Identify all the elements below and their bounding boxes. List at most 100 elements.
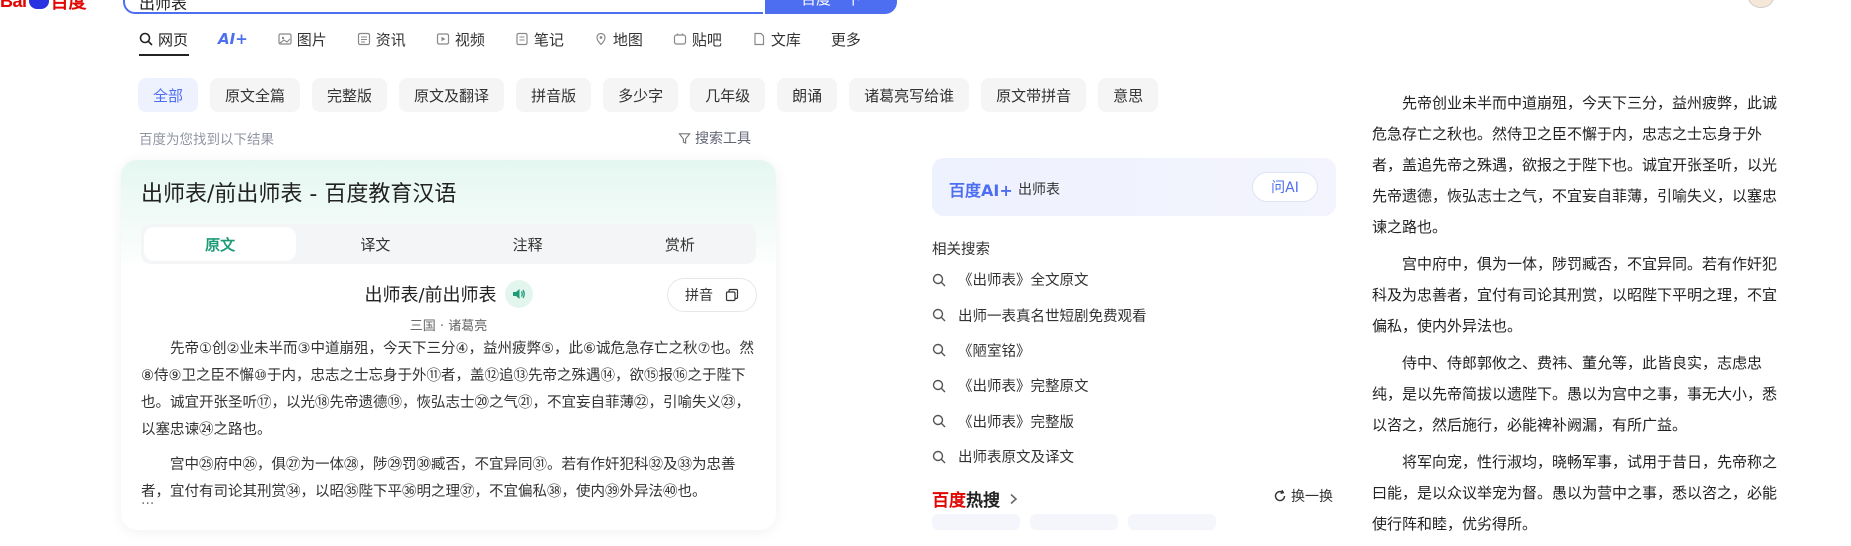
full-text-paragraph: 宫中府中，俱为一体，陟罚臧否，不宜异同。若有作奸犯科及为忠善者，宜付有司论其刑赏… (1372, 255, 1778, 335)
search-tools-button[interactable]: 搜索工具 (678, 128, 751, 148)
hot-title-label: 热搜 (966, 491, 1000, 511)
tab-label: 图片 (296, 30, 327, 49)
chip[interactable]: 原文带拼音 (981, 78, 1087, 112)
ai-query: 出师表 (1018, 182, 1060, 198)
full-text-panel: 先帝创业未半而中道崩殂，今天下三分，益州疲弊，此诚危急存亡之秋也。然侍卫之臣不懈… (1372, 88, 1784, 546)
chip[interactable]: 意思 (1098, 78, 1159, 112)
tab-label: AI+ (218, 30, 248, 48)
chip[interactable]: 多少字 (603, 78, 679, 112)
tab-label: 网页 (158, 30, 189, 49)
search-icon (932, 415, 946, 428)
speaker-icon[interactable] (504, 280, 533, 308)
related-item[interactable]: 《出师表》完整原文 (932, 368, 1147, 403)
related-item[interactable]: 出师表原文及译文 (932, 439, 1147, 474)
search-icon (932, 450, 946, 464)
tab-images[interactable]: 图片 (278, 28, 327, 50)
result-count-text: 百度为您找到以下结果 (139, 132, 274, 148)
hot-title-brand: 百度 (932, 491, 966, 511)
logo-text-latin: Bai (0, 0, 27, 11)
related-title: 相关搜索 (932, 242, 990, 258)
tab-ai[interactable]: AI+ (218, 28, 248, 50)
hot-item-placeholder[interactable] (1030, 514, 1118, 530)
tieba-icon (673, 33, 686, 45)
tab-label: 笔记 (533, 30, 564, 49)
result-title[interactable]: 出师表/前出师表 - 百度教育汉语 (141, 176, 456, 208)
tab-original[interactable]: 原文 (144, 227, 297, 261)
ai-brand: 百度AI+ (949, 181, 1013, 200)
related-label: 出师一表真名世短剧免费观看 (958, 308, 1147, 325)
tab-label: 文库 (770, 30, 801, 49)
nav-tabs: 网页 AI+ 图片 资讯 视频 笔记 地图 贴吧 文库 更多 (139, 28, 891, 50)
tab-map[interactable]: 地图 (594, 28, 643, 50)
active-tab-underline (139, 54, 189, 56)
hot-search-title[interactable]: 百度热搜 (932, 486, 1018, 511)
chevron-right-icon (1010, 493, 1018, 504)
chip[interactable]: 诸葛亮写给谁 (849, 78, 970, 112)
related-label: 《出师表》完整原文 (958, 379, 1089, 396)
ai-assistant-box[interactable]: 百度AI+ 出师表 问AI (932, 158, 1336, 216)
chip[interactable]: 原文全篇 (210, 78, 301, 112)
related-label: 《出师表》完整版 (958, 414, 1074, 431)
search-icon (932, 273, 946, 287)
hot-item-placeholder[interactable] (1128, 514, 1216, 530)
search-icon (139, 32, 153, 46)
document-icon (754, 32, 764, 46)
poem-paragraph: 宫中㉕府中㉖，俱㉗为一体㉘，陟㉙罚㉚臧否，不宜异同㉛。若有作奸犯科㉜及㉝为忠善者… (141, 457, 736, 500)
search-icon (932, 344, 946, 357)
refresh-button[interactable]: 换一换 (1273, 486, 1333, 506)
tab-notes[interactable]: 笔记 (515, 28, 564, 50)
tab-label: 资讯 (375, 30, 406, 49)
filter-chips: 全部 原文全篇 完整版 原文及翻译 拼音版 多少字 几年级 朗诵 诸葛亮写给谁 … (138, 78, 1159, 112)
chip[interactable]: 朗诵 (777, 78, 838, 112)
refresh-icon (1274, 489, 1286, 502)
tab-tieba[interactable]: 贴吧 (673, 28, 722, 50)
map-icon (596, 32, 606, 46)
chip[interactable]: 拼音版 (516, 78, 592, 112)
search-button[interactable]: 百度一下 (765, 0, 897, 14)
search-tools-label: 搜索工具 (695, 131, 751, 147)
tab-label: 地图 (612, 30, 643, 49)
related-label: 《出师表》全文原文 (958, 273, 1089, 290)
tab-wenku[interactable]: 文库 (752, 28, 801, 50)
full-text-paragraph: 侍中、侍郎郭攸之、费祎、董允等，此皆良实，志虑忠纯，是以先帝简拔以遗陛下。愚以为… (1372, 354, 1778, 434)
more-ellipsis[interactable]: ... (141, 492, 154, 508)
related-label: 出师表原文及译文 (958, 450, 1074, 467)
tab-news[interactable]: 资讯 (357, 28, 406, 50)
ask-ai-button[interactable]: 问AI (1252, 172, 1318, 202)
tab-notes-annot[interactable]: 注释 (452, 224, 604, 264)
chip[interactable]: 原文及翻译 (399, 78, 505, 112)
news-icon (357, 32, 370, 46)
search-query: 出师表 (139, 0, 188, 13)
related-item[interactable]: 《陋室铭》 (932, 333, 1147, 368)
poem-text: 先帝①创②业未半而③中道崩殂，今天下三分④，益州疲弊⑤，此⑥诚危急存亡之秋⑦也。… (141, 336, 756, 514)
logo-text-cn: 百度 (50, 0, 87, 13)
chip[interactable]: 几年级 (690, 78, 766, 112)
related-list: 《出师表》全文原文 出师一表真名世短剧免费观看 《陋室铭》 《出师表》完整原文 … (932, 262, 1147, 474)
tab-label: 更多 (830, 30, 861, 49)
pinyin-label: 拼音 (685, 288, 713, 304)
pinyin-button[interactable]: 拼音 (667, 278, 757, 312)
tab-translation[interactable]: 译文 (299, 224, 451, 264)
filter-icon (678, 132, 691, 144)
tab-web[interactable]: 网页 (139, 28, 188, 50)
tab-label: 贴吧 (691, 30, 722, 49)
search-icon (932, 308, 946, 322)
hot-item-placeholder[interactable] (932, 514, 1020, 530)
chip-all[interactable]: 全部 (138, 78, 199, 112)
card-tabs: 原文 译文 注释 赏析 (141, 224, 756, 264)
related-item[interactable]: 出师一表真名世短剧免费观看 (932, 297, 1147, 332)
related-item[interactable]: 《出师表》全文原文 (932, 262, 1147, 297)
baidu-logo[interactable]: Bai 百度 (0, 0, 87, 13)
paw-icon (28, 0, 49, 9)
chip[interactable]: 完整版 (312, 78, 388, 112)
tab-label: 视频 (454, 30, 485, 49)
tab-more[interactable]: 更多 (831, 28, 861, 50)
avatar[interactable] (1748, 0, 1774, 8)
tab-appreciation[interactable]: 赏析 (604, 224, 756, 264)
related-item[interactable]: 《出师表》完整版 (932, 404, 1147, 439)
poem-author: 三国 · 诸葛亮 (409, 319, 488, 334)
note-icon (516, 32, 528, 46)
tab-video[interactable]: 视频 (436, 28, 485, 50)
video-icon (436, 33, 449, 45)
search-input[interactable]: 出师表 (123, 0, 763, 14)
